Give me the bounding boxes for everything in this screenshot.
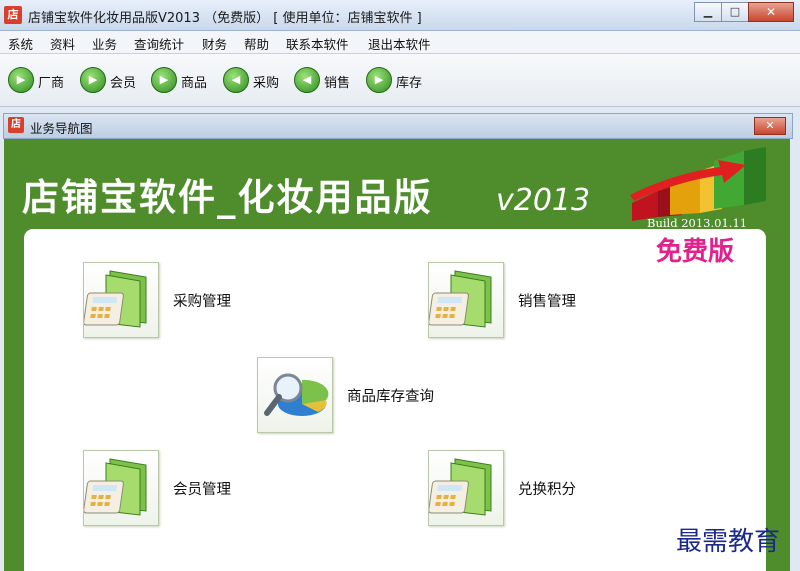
calculator-folder-icon [428, 450, 504, 526]
menu-query-stats[interactable]: 查询统计 [134, 34, 184, 53]
maximize-button[interactable]: □ [721, 2, 749, 22]
green-arrow-icon: ▶ [151, 67, 177, 93]
menu-finance[interactable]: 财务 [202, 34, 227, 53]
green-arrow-icon: ◀ [294, 67, 320, 93]
nav-purchase-management[interactable]: 采购管理 [83, 262, 263, 338]
menu-help[interactable]: 帮助 [244, 34, 269, 53]
child-window-title: 业务导航图 [30, 121, 93, 136]
app-icon: 店 [4, 6, 22, 24]
menu-system[interactable]: 系统 [8, 34, 33, 53]
green-arrow-icon: ▶ [80, 67, 106, 93]
menu-data[interactable]: 资料 [50, 34, 75, 53]
watermark: 最需教育 [676, 527, 781, 557]
toolbar-label: 商品 [181, 76, 208, 91]
calculator-folder-icon [428, 262, 504, 338]
toolbar-label: 库存 [396, 76, 423, 91]
maximize-icon: □ [729, 5, 741, 18]
nav-inventory-query[interactable]: 商品库存查询 [257, 357, 457, 433]
magnifier-chart-icon [257, 357, 333, 433]
child-close-button[interactable]: ✕ [754, 117, 786, 135]
toolbar: ▶ 厂商 ▶ 会员 ▶ 商品 ◀ 采购 ◀ 销售 ▶ 库存 [0, 54, 800, 107]
green-arrow-icon: ▶ [366, 67, 392, 93]
child-window-titlebar: 店 业务导航图 ✕ [3, 113, 793, 139]
close-icon: ✕ [765, 5, 777, 19]
window-controls: ▁ □ ✕ [694, 2, 794, 22]
calculator-folder-icon [83, 450, 159, 526]
nav-redeem-points[interactable]: 兑换积分 [428, 450, 608, 526]
edition-badge: 免费版 [656, 237, 735, 267]
window-title: 店铺宝软件化妆用品版V2013 （免费版） [ 使用单位：店铺宝软件 ] [28, 11, 422, 26]
nav-label: 商品库存查询 [347, 389, 434, 405]
menu-contact[interactable]: 联系本软件 [286, 34, 349, 53]
menu-exit[interactable]: 退出本软件 [368, 34, 431, 53]
close-icon: ✕ [765, 119, 775, 132]
minimize-button[interactable]: ▁ [694, 2, 722, 22]
banner-version: v2013 [496, 183, 591, 218]
nav-sales-management[interactable]: 销售管理 [428, 262, 608, 338]
nav-label: 采购管理 [173, 294, 231, 310]
child-app-icon: 店 [8, 117, 24, 133]
green-arrow-icon: ◀ [223, 67, 249, 93]
title-bar: 店 店铺宝软件化妆用品版V2013 （免费版） [ 使用单位：店铺宝软件 ] ▁… [0, 0, 800, 31]
nav-label: 销售管理 [518, 294, 576, 310]
nav-member-management[interactable]: 会员管理 [83, 450, 263, 526]
green-arrow-icon: ▶ [8, 67, 34, 93]
nav-label: 兑换积分 [518, 482, 576, 498]
calculator-folder-icon [83, 262, 159, 338]
toolbar-label: 会员 [110, 76, 137, 91]
toolbar-label: 厂商 [38, 76, 65, 91]
bar-chart-logo-icon [630, 147, 766, 221]
toolbar-label: 销售 [324, 76, 351, 91]
toolbar-label: 采购 [253, 76, 280, 91]
menu-business[interactable]: 业务 [92, 34, 117, 53]
nav-label: 会员管理 [173, 482, 231, 498]
minimize-icon: ▁ [703, 5, 713, 18]
menu-bar: 系统 资料 业务 查询统计 财务 帮助 联系本软件 退出本软件 [0, 31, 800, 54]
build-label: Build 2013.01.11 [647, 216, 748, 230]
navigation-workspace: 店铺宝软件_化妆用品版 v2013 Build 2013.01.11 免费版 采… [4, 139, 790, 571]
banner-title: 店铺宝软件_化妆用品版 [22, 176, 433, 219]
close-button[interactable]: ✕ [748, 2, 794, 22]
